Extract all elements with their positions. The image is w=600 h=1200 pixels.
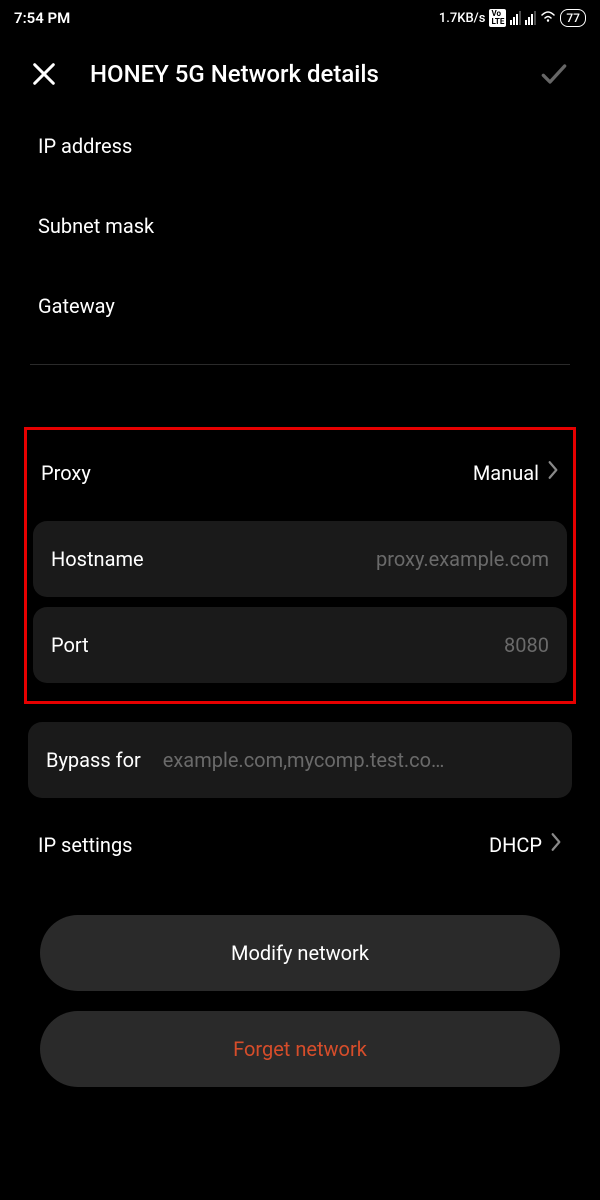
proxy-label: Proxy <box>41 461 91 485</box>
status-indicators: 1.7KB/s VoLTE 77 <box>439 9 586 27</box>
check-icon[interactable] <box>538 58 570 90</box>
hostname-placeholder: proxy.example.com <box>356 547 549 571</box>
port-label: Port <box>51 633 89 657</box>
ip-address-row[interactable]: IP address <box>30 106 570 186</box>
hostname-label: Hostname <box>51 547 144 571</box>
port-input[interactable]: Port 8080 <box>33 607 567 683</box>
signal-icon-1 <box>510 11 521 25</box>
status-time: 7:54 PM <box>14 9 70 27</box>
close-icon[interactable] <box>30 60 58 88</box>
ip-address-label: IP address <box>38 134 132 158</box>
gateway-label: Gateway <box>38 294 115 318</box>
volte-icon: VoLTE <box>489 9 506 27</box>
gateway-row[interactable]: Gateway <box>30 266 570 346</box>
proxy-value: Manual <box>473 461 539 485</box>
bypass-placeholder: example.com,mycomp.test.co… <box>163 748 445 772</box>
modify-network-label: Modify network <box>231 941 369 965</box>
chevron-right-icon <box>547 460 559 485</box>
port-placeholder: 8080 <box>484 633 549 657</box>
subnet-mask-row[interactable]: Subnet mask <box>30 186 570 266</box>
divider <box>30 364 570 365</box>
modify-network-button[interactable]: Modify network <box>40 915 560 991</box>
highlight-annotation: Proxy Manual Hostname proxy.example.com … <box>24 427 576 704</box>
ip-settings-label: IP settings <box>38 833 133 857</box>
network-speed: 1.7KB/s <box>439 11 486 26</box>
ip-settings-value: DHCP <box>489 833 542 857</box>
proxy-row[interactable]: Proxy Manual <box>31 434 569 511</box>
forget-network-label: Forget network <box>233 1037 367 1061</box>
forget-network-button[interactable]: Forget network <box>40 1011 560 1087</box>
bypass-label: Bypass for <box>46 748 163 772</box>
hostname-input[interactable]: Hostname proxy.example.com <box>33 521 567 597</box>
header: HONEY 5G Network details <box>0 36 600 106</box>
chevron-right-icon <box>550 832 562 857</box>
battery-icon: 77 <box>560 9 586 27</box>
signal-icon-2 <box>525 11 536 25</box>
page-title: HONEY 5G Network details <box>58 60 538 88</box>
wifi-icon <box>540 9 556 27</box>
status-bar: 7:54 PM 1.7KB/s VoLTE 77 <box>0 0 600 36</box>
ip-settings-row[interactable]: IP settings DHCP <box>30 798 570 891</box>
subnet-mask-label: Subnet mask <box>38 214 154 238</box>
bypass-input[interactable]: Bypass for example.com,mycomp.test.co… <box>28 722 572 798</box>
